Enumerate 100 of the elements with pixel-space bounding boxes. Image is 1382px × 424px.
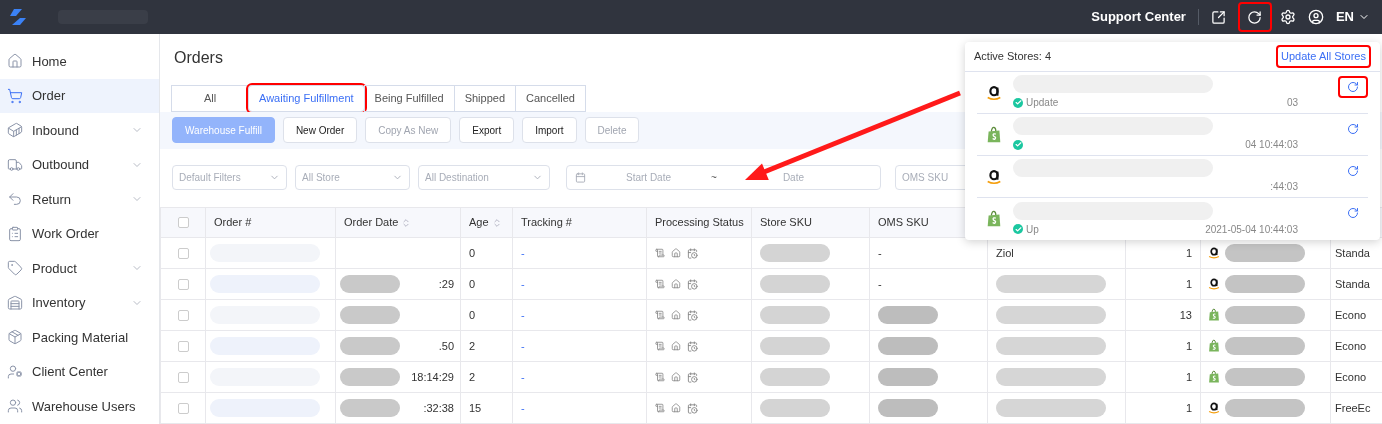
table-cell-text: .50 (438, 338, 455, 354)
checkbox[interactable] (177, 247, 189, 259)
sidebar-label: Packing Material (32, 328, 129, 347)
table-cell: 15 (469, 401, 482, 414)
table-cell-text: 18:14:29 (411, 369, 455, 385)
refresh-icon (1347, 123, 1359, 135)
checkbox[interactable] (177, 217, 189, 228)
settings-icon[interactable] (1279, 9, 1296, 25)
redaction-block (760, 275, 830, 293)
calendar-clock-icon (687, 402, 698, 414)
sidebar-item[interactable]: Outbound (0, 147, 159, 182)
sidebar-label: Order (32, 87, 66, 105)
table-cell: Econo (1335, 308, 1367, 321)
table-cell: 0 (469, 308, 476, 321)
sidebar-item[interactable]: Warehouse Users (0, 389, 159, 424)
sidebar-item[interactable]: Product (0, 251, 159, 286)
tab[interactable]: Cancelled (515, 84, 586, 112)
update-all-stores-button[interactable]: Update All Stores (1276, 45, 1371, 68)
store-refresh-button[interactable] (1338, 76, 1368, 98)
sidebar-label: Client Center (32, 363, 108, 381)
sidebar-label: Inbound (32, 121, 79, 140)
table-cell: 0 (469, 277, 476, 290)
table-cell: 1 (1185, 401, 1192, 414)
tracking-link[interactable]: - (521, 401, 525, 414)
tab[interactable]: Shipped (453, 84, 517, 112)
redaction-block (760, 337, 830, 355)
house-icon (7, 53, 23, 70)
sidebar-label: Work Order (32, 225, 99, 243)
list-icon (655, 248, 665, 258)
sidebar-item[interactable]: Order (0, 78, 159, 113)
redaction-block (760, 368, 830, 386)
shopping-bag-logo-icon (985, 210, 1003, 228)
list-icon (655, 372, 665, 382)
table-cell: 2 (469, 370, 476, 383)
tab[interactable]: Being Fulfilled (363, 84, 455, 112)
share-icon[interactable] (1210, 9, 1226, 25)
toolbar-button[interactable]: New Order (282, 117, 358, 144)
sidebar-label: Inventory (32, 294, 86, 312)
tracking-link[interactable]: - (521, 308, 525, 321)
date-range-field[interactable]: Start Date ~ Date (566, 164, 881, 190)
sidebar-label: Warehouse Users (32, 397, 136, 416)
sidebar-item[interactable]: Home (0, 44, 159, 79)
redaction-block (760, 244, 830, 262)
smile-logo-icon (1207, 277, 1221, 291)
sidebar-item[interactable]: Return (0, 182, 159, 217)
sidebar-item[interactable]: Work Order (0, 216, 159, 251)
sidebar-item[interactable]: Inventory (0, 285, 159, 320)
table-cell: FreeEc (1335, 401, 1371, 414)
redaction-block (878, 306, 938, 324)
toolbar-button[interactable]: Import (522, 117, 577, 144)
sidebar-item[interactable]: Inbound (0, 113, 159, 148)
table-cell: 2 (469, 339, 476, 352)
sidebar-label: Product (32, 259, 77, 278)
redaction-block (760, 306, 830, 324)
store-updated-time: 2021-05-04 10:44:03 (1205, 222, 1298, 237)
toolbar-button[interactable]: Export (459, 117, 515, 144)
sort-icon[interactable] (401, 217, 412, 228)
warehouse-icon (7, 294, 23, 311)
checkbox[interactable] (177, 402, 189, 414)
calendar-clock-icon (687, 371, 698, 383)
tracking-link[interactable]: - (521, 370, 525, 383)
select-placeholder: Default Filters (179, 170, 241, 185)
end-date-placeholder: Date (782, 170, 804, 185)
sidebar-label: Outbound (32, 156, 90, 174)
house-icon (671, 279, 681, 289)
redaction-block (340, 399, 400, 417)
cart-icon (7, 87, 23, 104)
smile-logo-icon (1207, 246, 1221, 260)
calendar-clock-icon (687, 309, 698, 321)
smile-logo-icon (985, 83, 1003, 102)
tracking-link[interactable]: - (521, 339, 525, 352)
checkbox[interactable] (177, 371, 189, 383)
table-cell: Econo (1335, 339, 1367, 352)
checkbox[interactable] (177, 340, 189, 352)
tracking-link[interactable]: - (521, 246, 525, 259)
refresh-button[interactable] (1237, 2, 1272, 32)
column-header[interactable]: Order # (214, 214, 252, 231)
user-icon[interactable] (1307, 9, 1324, 25)
tracking-link[interactable]: - (521, 277, 525, 290)
sort-icon[interactable] (491, 217, 502, 228)
tab[interactable]: Awaiting Fulfillment (248, 84, 365, 112)
language-button[interactable]: EN (1335, 7, 1370, 27)
date-separator: ~ (711, 170, 717, 185)
truck-icon (7, 156, 23, 173)
table-cell: - (878, 277, 882, 290)
package-icon (7, 329, 23, 346)
list-icon (655, 279, 665, 289)
table-cell: 13 (1179, 308, 1192, 321)
checkbox[interactable] (177, 309, 189, 321)
sidebar-item[interactable]: Client Center (0, 354, 159, 389)
table-cell: 1 (1185, 339, 1192, 352)
list-icon (655, 403, 665, 413)
smile-logo-icon (985, 167, 1003, 186)
checkbox[interactable] (177, 278, 189, 290)
select-placeholder: All Destination (425, 170, 489, 185)
sidebar-label: Home (32, 52, 67, 71)
undo-icon (7, 191, 23, 208)
table-cell: 1 (1185, 370, 1192, 383)
sidebar-item[interactable]: Packing Material (0, 320, 159, 355)
support-center-link[interactable]: Support Center (1091, 7, 1186, 27)
